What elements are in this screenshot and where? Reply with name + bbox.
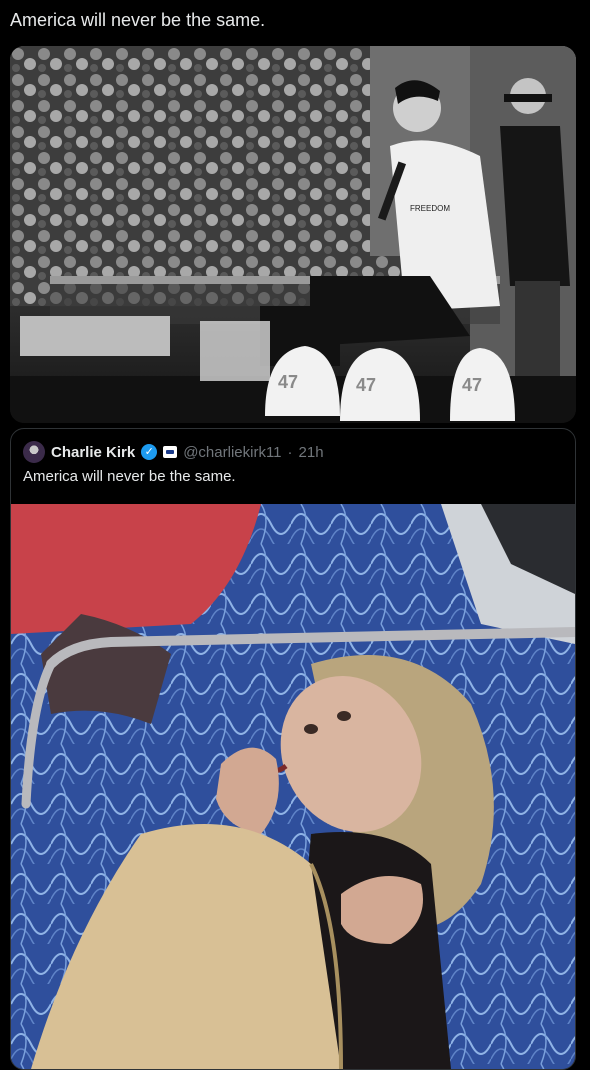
timestamp[interactable]: 21h [299, 444, 324, 461]
event-photo-scene: FREEDOM 47 47 47 [10, 46, 576, 423]
affiliation-badge-icon [163, 446, 178, 458]
cap-2: 47 [340, 348, 420, 421]
quoted-post-text: America will never be the same. [23, 468, 236, 485]
author-handle[interactable]: @charliekirk11 [183, 444, 281, 461]
cap-1-label: 47 [278, 372, 298, 392]
post-text: America will never be the same. [10, 10, 266, 30]
shirt-print: FREEDOM [410, 204, 450, 213]
quoted-post-card[interactable]: Charlie Kirk ✓ @charliekirk11 · 21h Amer… [10, 428, 576, 1070]
verified-badge-icon: ✓ [141, 444, 158, 460]
quoted-photo[interactable] [11, 504, 575, 1069]
separator: · [287, 443, 293, 461]
cap-3-label: 47 [462, 375, 482, 395]
author-name[interactable]: Charlie Kirk [51, 444, 135, 461]
event-photo[interactable]: FREEDOM 47 47 47 [10, 46, 576, 423]
quoted-photo-scene [11, 504, 575, 1069]
quoted-post-header: Charlie Kirk ✓ @charliekirk11 · 21h [23, 441, 324, 463]
avatar[interactable] [23, 441, 45, 463]
cap-2-label: 47 [356, 375, 376, 395]
